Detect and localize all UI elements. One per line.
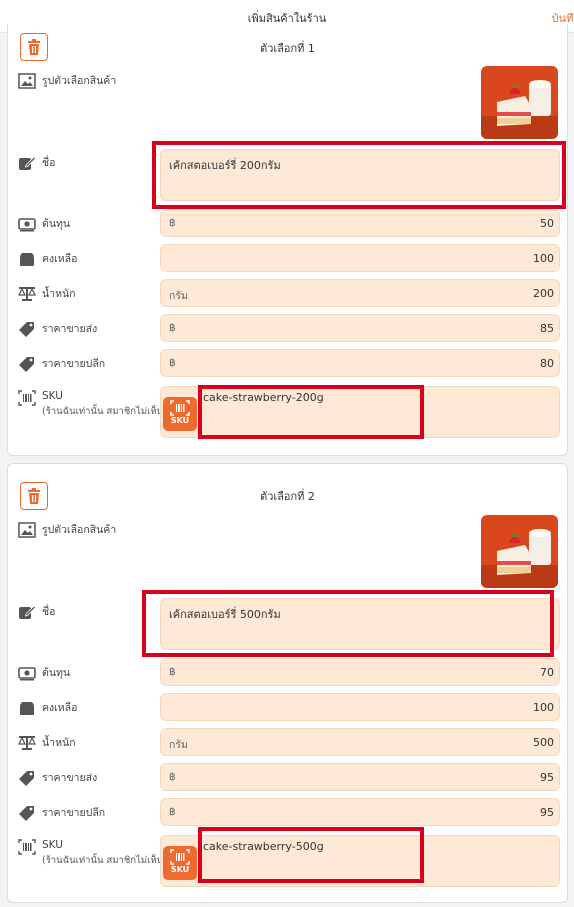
cost-input[interactable]: ฿ 70 bbox=[160, 658, 560, 686]
cost-input[interactable]: ฿ 50 bbox=[160, 209, 560, 237]
money-icon bbox=[18, 216, 36, 232]
stock-input[interactable]: 100 bbox=[160, 693, 560, 721]
cake-image bbox=[481, 515, 558, 588]
retail-row-label: ราคาขายปลีก bbox=[18, 804, 105, 821]
scale-icon bbox=[18, 286, 36, 302]
retail-row-label: ราคาขายปลีก bbox=[18, 355, 105, 372]
barcode-icon bbox=[18, 839, 36, 855]
money-icon bbox=[18, 665, 36, 681]
sku-note: (ร้านฉันเท่านั้น สมาชิกไม่เห็น) bbox=[42, 855, 167, 866]
name-row-label: ชื่อ bbox=[18, 603, 55, 620]
cost-row-label: ต้นทุน bbox=[18, 664, 70, 681]
box-icon bbox=[18, 251, 36, 267]
option-title: ตัวเลือกที่ 1 bbox=[260, 42, 315, 55]
sku-scan-button[interactable]: SKU bbox=[163, 397, 197, 431]
stock-input[interactable]: 100 bbox=[160, 244, 560, 272]
wholesale-row-label: ราคาขายส่ง bbox=[18, 320, 97, 337]
sku-row-label: SKU (ร้านฉันเท่านั้น สมาชิกไม่เห็น) bbox=[18, 390, 167, 419]
retail-price-input[interactable]: ฿ 95 bbox=[160, 798, 560, 826]
option-card-1: ตัวเลือกที่ 1 รูปตัวเลือกสินค้า ชื่อ เค้… bbox=[7, 24, 568, 456]
name-input[interactable]: เค้กสตอเบอร์รี่ 200กรัม bbox=[160, 149, 560, 201]
image-row-label: รูปตัวเลือกสินค้า bbox=[18, 521, 116, 538]
sku-field: SKU cake-strawberry-200g bbox=[160, 386, 560, 438]
weight-input[interactable]: กรัม 500 bbox=[160, 728, 560, 756]
stock-row-label: คงเหลือ bbox=[18, 250, 77, 267]
price-tag-icon bbox=[18, 770, 36, 786]
sku-scan-button[interactable]: SKU bbox=[163, 846, 197, 880]
cost-row-label: ต้นทุน bbox=[18, 215, 70, 232]
weight-row-label: น้ำหนัก bbox=[18, 285, 76, 302]
wholesale-price-input[interactable]: ฿ 95 bbox=[160, 763, 560, 791]
edit-icon bbox=[18, 604, 36, 620]
option-card-2: ตัวเลือกที่ 2 รูปตัวเลือกสินค้า ชื่อ เค้… bbox=[7, 463, 568, 903]
wholesale-row-label: ราคาขายส่ง bbox=[18, 769, 97, 786]
option-title: ตัวเลือกที่ 2 bbox=[260, 490, 315, 503]
barcode-scan-icon bbox=[170, 400, 190, 416]
name-input[interactable]: เค้กสตอเบอร์รี่ 500กรัม bbox=[160, 598, 560, 650]
wholesale-price-input[interactable]: ฿ 85 bbox=[160, 314, 560, 342]
sku-input[interactable]: cake-strawberry-500g bbox=[203, 840, 324, 853]
product-thumbnail[interactable] bbox=[481, 66, 558, 139]
barcode-scan-icon bbox=[170, 849, 190, 865]
weight-input[interactable]: กรัม 200 bbox=[160, 279, 560, 307]
sku-input[interactable]: cake-strawberry-200g bbox=[203, 391, 324, 404]
cake-image bbox=[481, 66, 558, 139]
sku-label: SKU bbox=[42, 839, 63, 851]
stock-row-label: คงเหลือ bbox=[18, 699, 77, 716]
price-tag-icon bbox=[18, 356, 36, 372]
barcode-icon bbox=[18, 390, 36, 406]
box-icon bbox=[18, 700, 36, 716]
price-tag-icon bbox=[18, 805, 36, 821]
image-icon bbox=[18, 521, 36, 538]
product-thumbnail[interactable] bbox=[481, 515, 558, 588]
sku-note: (ร้านฉันเท่านั้น สมาชิกไม่เห็น) bbox=[42, 406, 167, 417]
sku-row-label: SKU (ร้านฉันเท่านั้น สมาชิกไม่เห็น) bbox=[18, 839, 167, 868]
scale-icon bbox=[18, 735, 36, 751]
image-icon bbox=[18, 72, 36, 89]
name-row-label: ชื่อ bbox=[18, 154, 55, 171]
image-row-label: รูปตัวเลือกสินค้า bbox=[18, 72, 116, 89]
price-tag-icon bbox=[18, 321, 36, 337]
edit-icon bbox=[18, 155, 36, 171]
sku-label: SKU bbox=[42, 390, 63, 402]
retail-price-input[interactable]: ฿ 80 bbox=[160, 349, 560, 377]
sku-field: SKU cake-strawberry-500g bbox=[160, 835, 560, 887]
weight-row-label: น้ำหนัก bbox=[18, 734, 76, 751]
